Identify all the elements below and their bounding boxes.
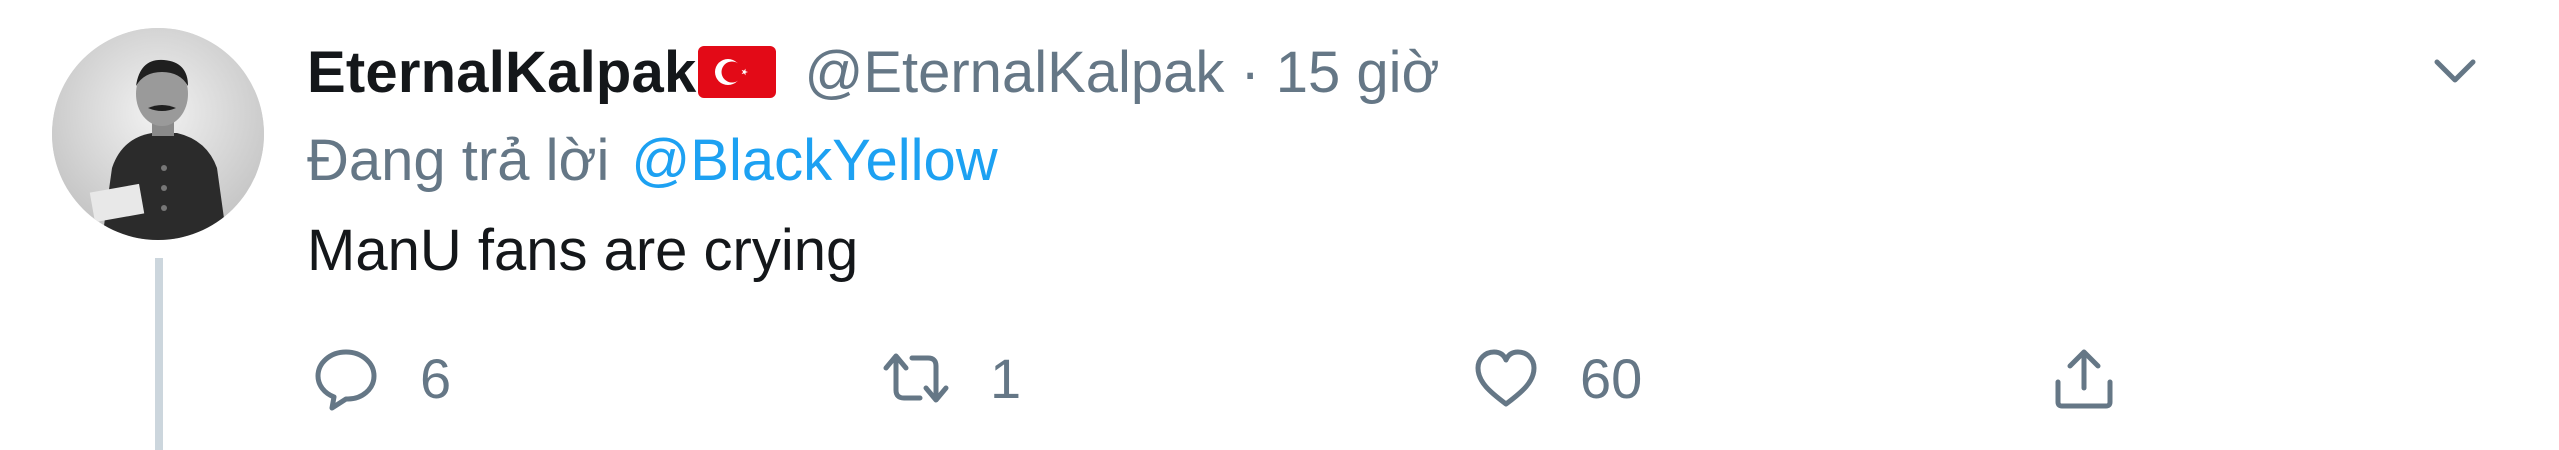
reply-prefix-label: Đang trả lời — [307, 127, 610, 193]
retweet-button[interactable]: 1 — [880, 338, 1021, 418]
share-button[interactable] — [2048, 338, 2120, 418]
reply-button[interactable]: 6 — [310, 338, 451, 418]
reply-mention-link[interactable]: @BlackYellow — [631, 127, 997, 194]
retweet-count: 1 — [990, 346, 1022, 410]
like-button[interactable]: 60 — [1470, 338, 1642, 418]
turkey-flag-icon — [698, 46, 777, 98]
author-handle[interactable]: @EternalKalpak — [804, 39, 1224, 106]
tweet-card[interactable]: EternalKalpak @EternalKalpak · 15 giờ Đa… — [0, 0, 2559, 450]
reply-context: Đang trả lời @BlackYellow — [307, 120, 998, 200]
heart-icon — [1475, 349, 1537, 407]
thread-line — [155, 258, 163, 450]
tweet-text: ManU fans are crying — [307, 217, 859, 283]
chevron-down-icon[interactable] — [2425, 40, 2485, 100]
tweet-header: EternalKalpak @EternalKalpak · 15 giờ — [307, 28, 1440, 116]
reply-count: 6 — [420, 346, 452, 410]
avatar[interactable] — [52, 28, 264, 240]
avatar-photo — [52, 28, 264, 240]
share-icon — [2055, 349, 2113, 409]
retweet-icon — [883, 353, 949, 403]
separator-dot: · — [1240, 39, 1260, 105]
like-count: 60 — [1580, 346, 1643, 410]
comment-icon — [315, 349, 377, 411]
author-display-name[interactable]: EternalKalpak — [307, 39, 696, 106]
tweet-timestamp[interactable]: 15 giờ — [1276, 39, 1440, 106]
